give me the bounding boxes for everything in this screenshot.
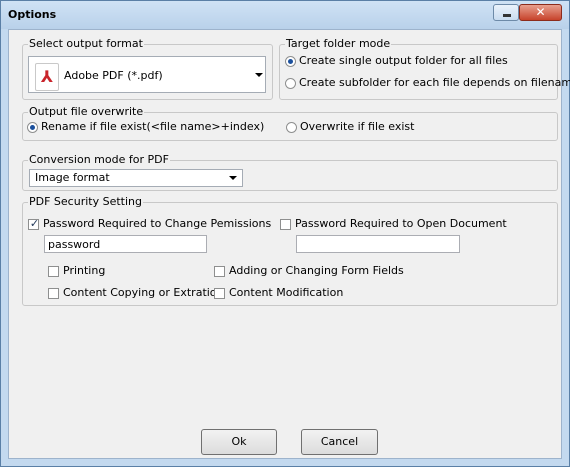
pdf-icon: ⅄	[35, 63, 59, 91]
content-modification-checkbox[interactable]	[214, 288, 225, 299]
conversion-mode-group: Conversion mode for PDF Image format	[22, 153, 558, 191]
single-folder-label[interactable]: Create single output folder for all file…	[299, 54, 508, 67]
rename-radio[interactable]	[27, 122, 38, 133]
open-document-checkbox[interactable]	[280, 219, 291, 230]
content-copying-label[interactable]: Content Copying or Extration	[63, 286, 224, 299]
form-fields-label[interactable]: Adding or Changing Form Fields	[229, 264, 404, 277]
change-permissions-checkbox[interactable]: ✓	[28, 217, 40, 230]
ok-button[interactable]: Ok	[201, 429, 277, 455]
close-icon: ✕	[535, 5, 546, 19]
conversion-mode-label: Conversion mode for PDF	[28, 153, 170, 166]
checkmark-icon: ✓	[29, 217, 40, 230]
form-fields-checkbox[interactable]	[214, 266, 225, 277]
subfolder-radio[interactable]	[285, 78, 296, 89]
window-title: Options	[8, 8, 57, 21]
output-format-value: Adobe PDF (*.pdf)	[64, 69, 163, 82]
output-format-label: Select output format	[28, 37, 144, 50]
conversion-mode-combo[interactable]: Image format	[29, 169, 243, 187]
overwrite-option-label[interactable]: Overwrite if file exist	[300, 120, 414, 133]
change-permissions-password-input[interactable]	[45, 236, 206, 252]
overwrite-label: Output file overwrite	[28, 105, 145, 118]
change-permissions-label[interactable]: Password Required to Change Pemissions	[43, 217, 271, 230]
content-modification-label[interactable]: Content Modification	[229, 286, 343, 299]
overwrite-radio[interactable]	[286, 122, 297, 133]
target-folder-group: Target folder mode Create single output …	[279, 37, 570, 100]
content-copying-checkbox[interactable]	[48, 288, 59, 299]
chevron-down-icon	[229, 176, 237, 180]
rename-label[interactable]: Rename if file exist(<file name>+index)	[41, 120, 264, 133]
security-label: PDF Security Setting	[28, 195, 143, 208]
chevron-down-icon	[255, 73, 263, 77]
printing-checkbox[interactable]	[48, 266, 59, 277]
target-folder-label: Target folder mode	[285, 37, 392, 50]
conversion-mode-value: Image format	[35, 171, 110, 184]
printing-label[interactable]: Printing	[63, 264, 105, 277]
cancel-button[interactable]: Cancel	[301, 429, 378, 455]
overwrite-group: Output file overwrite Rename if file exi…	[22, 105, 558, 141]
single-folder-radio[interactable]	[285, 56, 296, 67]
change-permissions-password-field[interactable]	[44, 235, 207, 253]
title-bar[interactable]: Options ✕	[1, 1, 569, 29]
options-dialog: Options ✕ Select output format ⅄ Adobe P…	[0, 0, 570, 467]
minimize-icon	[503, 14, 511, 17]
open-document-label[interactable]: Password Required to Open Document	[295, 217, 507, 230]
open-document-password-field[interactable]	[296, 235, 460, 253]
dialog-content: Select output format ⅄ Adobe PDF (*.pdf)…	[8, 29, 570, 459]
close-button[interactable]: ✕	[519, 4, 562, 21]
output-format-group: Select output format ⅄ Adobe PDF (*.pdf)	[22, 37, 273, 100]
security-group: PDF Security Setting ✓ Password Required…	[22, 195, 558, 306]
minimize-button[interactable]	[493, 4, 519, 21]
open-document-password-input[interactable]	[297, 236, 459, 252]
subfolder-label[interactable]: Create subfolder for each file depends o…	[299, 76, 570, 89]
output-format-combo[interactable]: ⅄ Adobe PDF (*.pdf)	[28, 56, 266, 93]
